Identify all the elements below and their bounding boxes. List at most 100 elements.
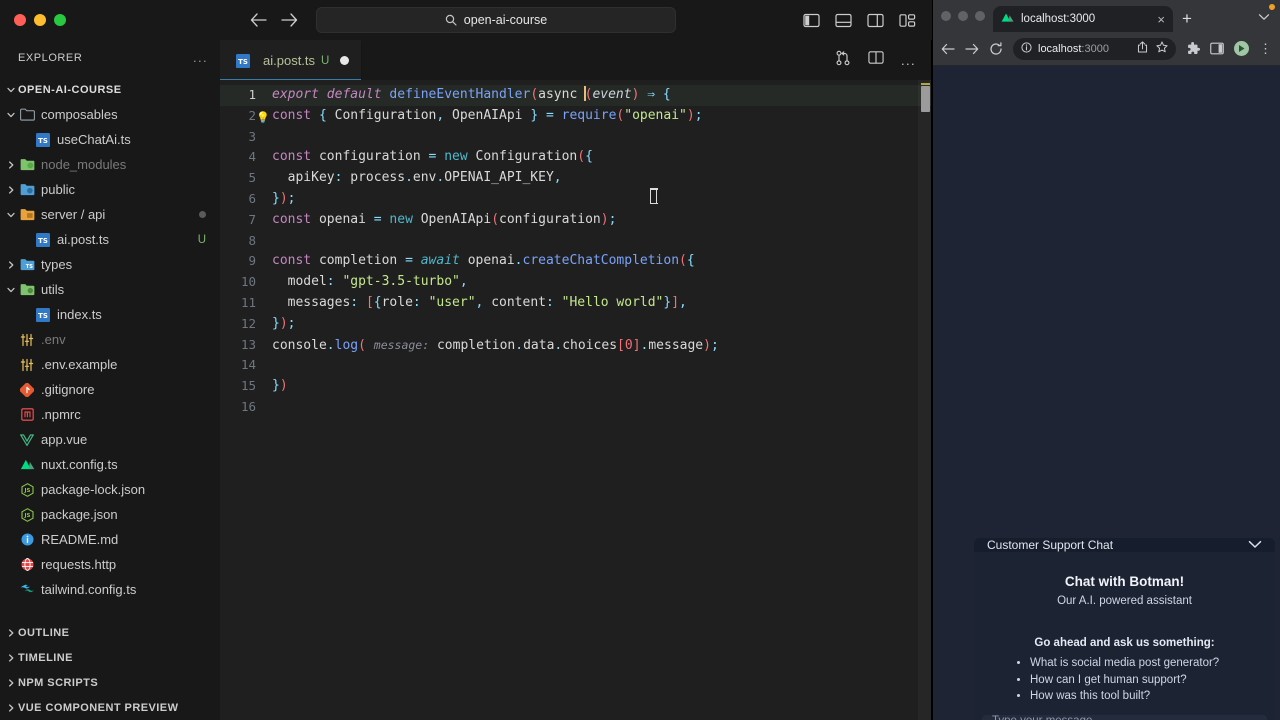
tree-item-env-example[interactable]: .env.example: [0, 352, 220, 377]
address-bar[interactable]: localhost:3000: [1013, 37, 1176, 60]
customize-layout-icon[interactable]: [899, 13, 916, 28]
chrome-menu-icon[interactable]: ⋮: [1259, 42, 1272, 55]
reload-icon[interactable]: [989, 41, 1003, 56]
chevron-down-icon[interactable]: [1248, 538, 1262, 552]
toggle-secondary-sidebar-icon[interactable]: [867, 13, 884, 28]
code-line-16[interactable]: 16: [220, 397, 932, 418]
bookmark-star-icon[interactable]: [1156, 41, 1168, 56]
editor-area: TS ai.post.ts U ... 1 export default def…: [220, 40, 932, 720]
tree-item-package-lock-json[interactable]: JS package-lock.json: [0, 477, 220, 502]
tree-item-ai-post-ts[interactable]: TS ai.post.ts U: [0, 227, 220, 252]
side-panel-icon[interactable]: [1210, 42, 1224, 55]
close-window-button[interactable]: [14, 14, 26, 26]
editor-actions[interactable]: ...: [835, 40, 932, 80]
code-line-15[interactable]: 15 }): [220, 376, 932, 397]
tree-item-env[interactable]: .env: [0, 327, 220, 352]
svg-text:JS: JS: [23, 488, 30, 494]
browser-minimize-button[interactable]: [958, 11, 968, 21]
lightbulb-icon[interactable]: 💡: [256, 108, 270, 129]
code-line-7[interactable]: 7 const openai = new OpenAIApi(configura…: [220, 210, 932, 231]
sidebar-section-npm-scripts[interactable]: NPM SCRIPTS: [0, 670, 220, 695]
tree-item-index-ts[interactable]: TS index.ts: [0, 302, 220, 327]
tree-item-package-json[interactable]: JS package.json: [0, 502, 220, 527]
editor-tab-ai-post-ts[interactable]: TS ai.post.ts U: [220, 40, 363, 80]
code-line-13[interactable]: 13 console.log( message: completion.data…: [220, 335, 932, 356]
sidebar-section-vue-component-preview[interactable]: VUE COMPONENT PREVIEW: [0, 695, 220, 720]
toggle-primary-sidebar-icon[interactable]: [803, 13, 820, 28]
tree-item-composables[interactable]: composables: [0, 102, 220, 127]
navigation-arrows[interactable]: [250, 13, 298, 27]
tree-item-gitignore[interactable]: .gitignore: [0, 377, 220, 402]
code-line-9[interactable]: 9 const completion = await openai.create…: [220, 251, 932, 272]
code-line-5[interactable]: 5 apiKey: process.env.OPENAI_API_KEY,: [220, 168, 932, 189]
source-control-icon[interactable]: [835, 50, 851, 71]
tree-item-readme-md[interactable]: README.md: [0, 527, 220, 552]
browser-maximize-button[interactable]: [975, 11, 985, 21]
command-center[interactable]: open-ai-course: [316, 7, 676, 33]
tree-item-types[interactable]: TS types: [0, 252, 220, 277]
address-port: :3000: [1081, 42, 1109, 55]
explorer-sections[interactable]: OUTLINE TIMELINE NPM SCRIPTS VUE COMPONE…: [0, 620, 220, 720]
tree-item-usechatai-ts[interactable]: TS useChatAi.ts: [0, 127, 220, 152]
tree-item-nuxt-config-ts[interactable]: nuxt.config.ts: [0, 452, 220, 477]
unsaved-indicator-icon[interactable]: [340, 56, 350, 65]
typescript-icon: TS: [34, 232, 52, 247]
code-line-2[interactable]: 2 const { Configuration, OpenAIApi } = r…: [220, 106, 932, 127]
chat-widget-header[interactable]: Customer Support Chat: [974, 538, 1275, 552]
code-line-3[interactable]: 3: [220, 127, 932, 148]
minimize-window-button[interactable]: [34, 14, 46, 26]
tree-item-utils[interactable]: utils: [0, 277, 220, 302]
tree-item-server-api[interactable]: server / api: [0, 202, 220, 227]
tree-item-npmrc[interactable]: .npmrc: [0, 402, 220, 427]
chat-suggestion-list[interactable]: What is social media post generator? How…: [990, 655, 1259, 705]
go-back-icon[interactable]: [250, 13, 267, 27]
list-item[interactable]: What is social media post generator?: [1030, 655, 1259, 672]
tree-item-public[interactable]: public: [0, 177, 220, 202]
split-editor-icon[interactable]: [868, 50, 884, 70]
sidebar-section-timeline[interactable]: TIMELINE: [0, 645, 220, 670]
file-tree[interactable]: OPEN-AI-COURSE composables TS useChatAi.ts…: [0, 75, 220, 620]
explorer-more-icon[interactable]: ...: [193, 51, 208, 64]
code-line-14[interactable]: 14: [220, 355, 932, 376]
close-tab-icon[interactable]: ×: [1157, 13, 1165, 26]
tree-root-open-ai-course[interactable]: OPEN-AI-COURSE: [0, 77, 220, 102]
tree-item-app-vue[interactable]: app.vue: [0, 427, 220, 452]
code-line-12[interactable]: 12 });: [220, 314, 932, 335]
maximize-window-button[interactable]: [54, 14, 66, 26]
new-tab-button[interactable]: +: [1173, 6, 1201, 32]
omnibox-actions[interactable]: [1137, 41, 1168, 56]
forward-icon[interactable]: [965, 43, 979, 55]
extensions-icon[interactable]: [1186, 41, 1200, 56]
window-traffic-lights[interactable]: [0, 14, 66, 26]
share-icon[interactable]: [1137, 41, 1148, 56]
code-editor[interactable]: 1 export default defineEventHandler(asyn…: [220, 80, 932, 720]
go-forward-icon[interactable]: [281, 13, 298, 27]
code-line-6[interactable]: 6 });: [220, 189, 932, 210]
toggle-panel-icon[interactable]: [835, 13, 852, 28]
browser-traffic-lights[interactable]: [941, 0, 993, 32]
code-line-11[interactable]: 11 messages: [{role: "user", content: "H…: [220, 293, 932, 314]
typescript-icon: TS: [34, 132, 52, 147]
list-item[interactable]: How was this tool built?: [1030, 688, 1259, 705]
tree-item-requests-http[interactable]: requests.http: [0, 552, 220, 577]
chat-message-input[interactable]: Type your message: [982, 714, 1267, 720]
code-line-8[interactable]: 8: [220, 231, 932, 252]
tree-item-node-modules[interactable]: node_modules: [0, 152, 220, 177]
list-item[interactable]: How can I get human support?: [1030, 672, 1259, 689]
profile-avatar-icon[interactable]: [1234, 41, 1249, 56]
code-lines[interactable]: 1 export default defineEventHandler(asyn…: [220, 80, 932, 720]
layout-controls[interactable]: [803, 0, 916, 40]
editor-scrollbar[interactable]: [918, 80, 932, 720]
code-line-4[interactable]: 4 const configuration = new Configuratio…: [220, 147, 932, 168]
browser-tab-localhost[interactable]: localhost:3000 ×: [993, 6, 1173, 32]
tab-search-chevron-icon[interactable]: [1258, 8, 1270, 26]
browser-close-button[interactable]: [941, 11, 951, 21]
code-line-1[interactable]: 1 export default defineEventHandler(asyn…: [220, 85, 932, 106]
scrollbar-thumb[interactable]: [921, 86, 930, 112]
sidebar-section-outline[interactable]: OUTLINE: [0, 620, 220, 645]
code-line-10[interactable]: 10 model: "gpt-3.5-turbo",: [220, 272, 932, 293]
site-info-icon[interactable]: [1021, 41, 1032, 56]
tree-item-tailwind-config-ts[interactable]: tailwind.config.ts: [0, 577, 220, 602]
back-icon[interactable]: [941, 43, 955, 55]
more-actions-icon[interactable]: ...: [901, 53, 916, 68]
